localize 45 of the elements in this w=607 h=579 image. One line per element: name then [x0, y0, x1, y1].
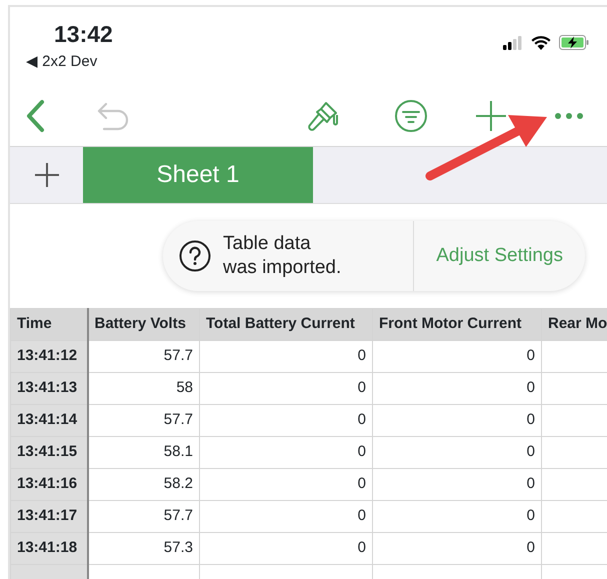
table-cell: 57.7 — [88, 340, 200, 372]
table-cell: 58.1 — [88, 436, 200, 468]
column-header: Battery Volts — [88, 308, 200, 340]
table-cell: 58.2 — [88, 468, 200, 500]
row-header-cell: 13:41:18 — [10, 532, 88, 564]
table-cell: 57.7 — [88, 500, 200, 532]
row-header-cell: 13:41:14 — [10, 404, 88, 436]
table-cell: 0 — [200, 436, 372, 468]
table-cell: 0 — [372, 372, 542, 404]
adjust-settings-button[interactable]: Adjust Settings — [413, 221, 585, 291]
row-header-cell: 13:41:12 — [10, 340, 88, 372]
column-header: Rear Mo — [542, 308, 607, 340]
table-cell: 57.7 — [88, 404, 200, 436]
row-header-cell: 13:41:15 — [10, 436, 88, 468]
table-cell: 0 — [372, 404, 542, 436]
table-cell: 0 — [200, 500, 372, 532]
battery-icon — [559, 35, 589, 50]
import-message: Table data was imported. — [223, 232, 342, 280]
add-button[interactable] — [473, 100, 509, 132]
column-header: Total Battery Current — [200, 308, 372, 340]
column-header: Time — [10, 308, 88, 340]
plus-icon — [34, 162, 60, 188]
table-cell: 58 — [88, 372, 200, 404]
column-header: Front Motor Current — [372, 308, 542, 340]
table-cell: 0 — [200, 532, 372, 564]
table-cell: 0 — [372, 436, 542, 468]
table-cell: 0 — [372, 340, 542, 372]
wifi-icon — [531, 35, 551, 50]
status-time: 13:42 — [54, 20, 113, 49]
table-cell: 0 — [200, 404, 372, 436]
help-icon — [179, 240, 211, 272]
row-header-cell: 13:41:17 — [10, 500, 88, 532]
back-to-app-link[interactable]: ◀ 2x2 Dev — [26, 51, 98, 74]
sheet-tab[interactable]: Sheet 1 — [83, 147, 313, 203]
signal-icon — [503, 36, 523, 50]
table-cell: 0 — [372, 500, 542, 532]
table-cell: 0 — [372, 532, 542, 564]
filter-button[interactable] — [393, 98, 429, 132]
row-header-cell: 13:41:13 — [10, 372, 88, 404]
table-cell: 0 — [372, 468, 542, 500]
table-cell: 57.3 — [88, 532, 200, 564]
table-cell: 0 — [200, 340, 372, 372]
row-header-cell: 13:41:16 — [10, 468, 88, 500]
table-cell: 0 — [200, 468, 372, 500]
table-cell: 0 — [200, 372, 372, 404]
